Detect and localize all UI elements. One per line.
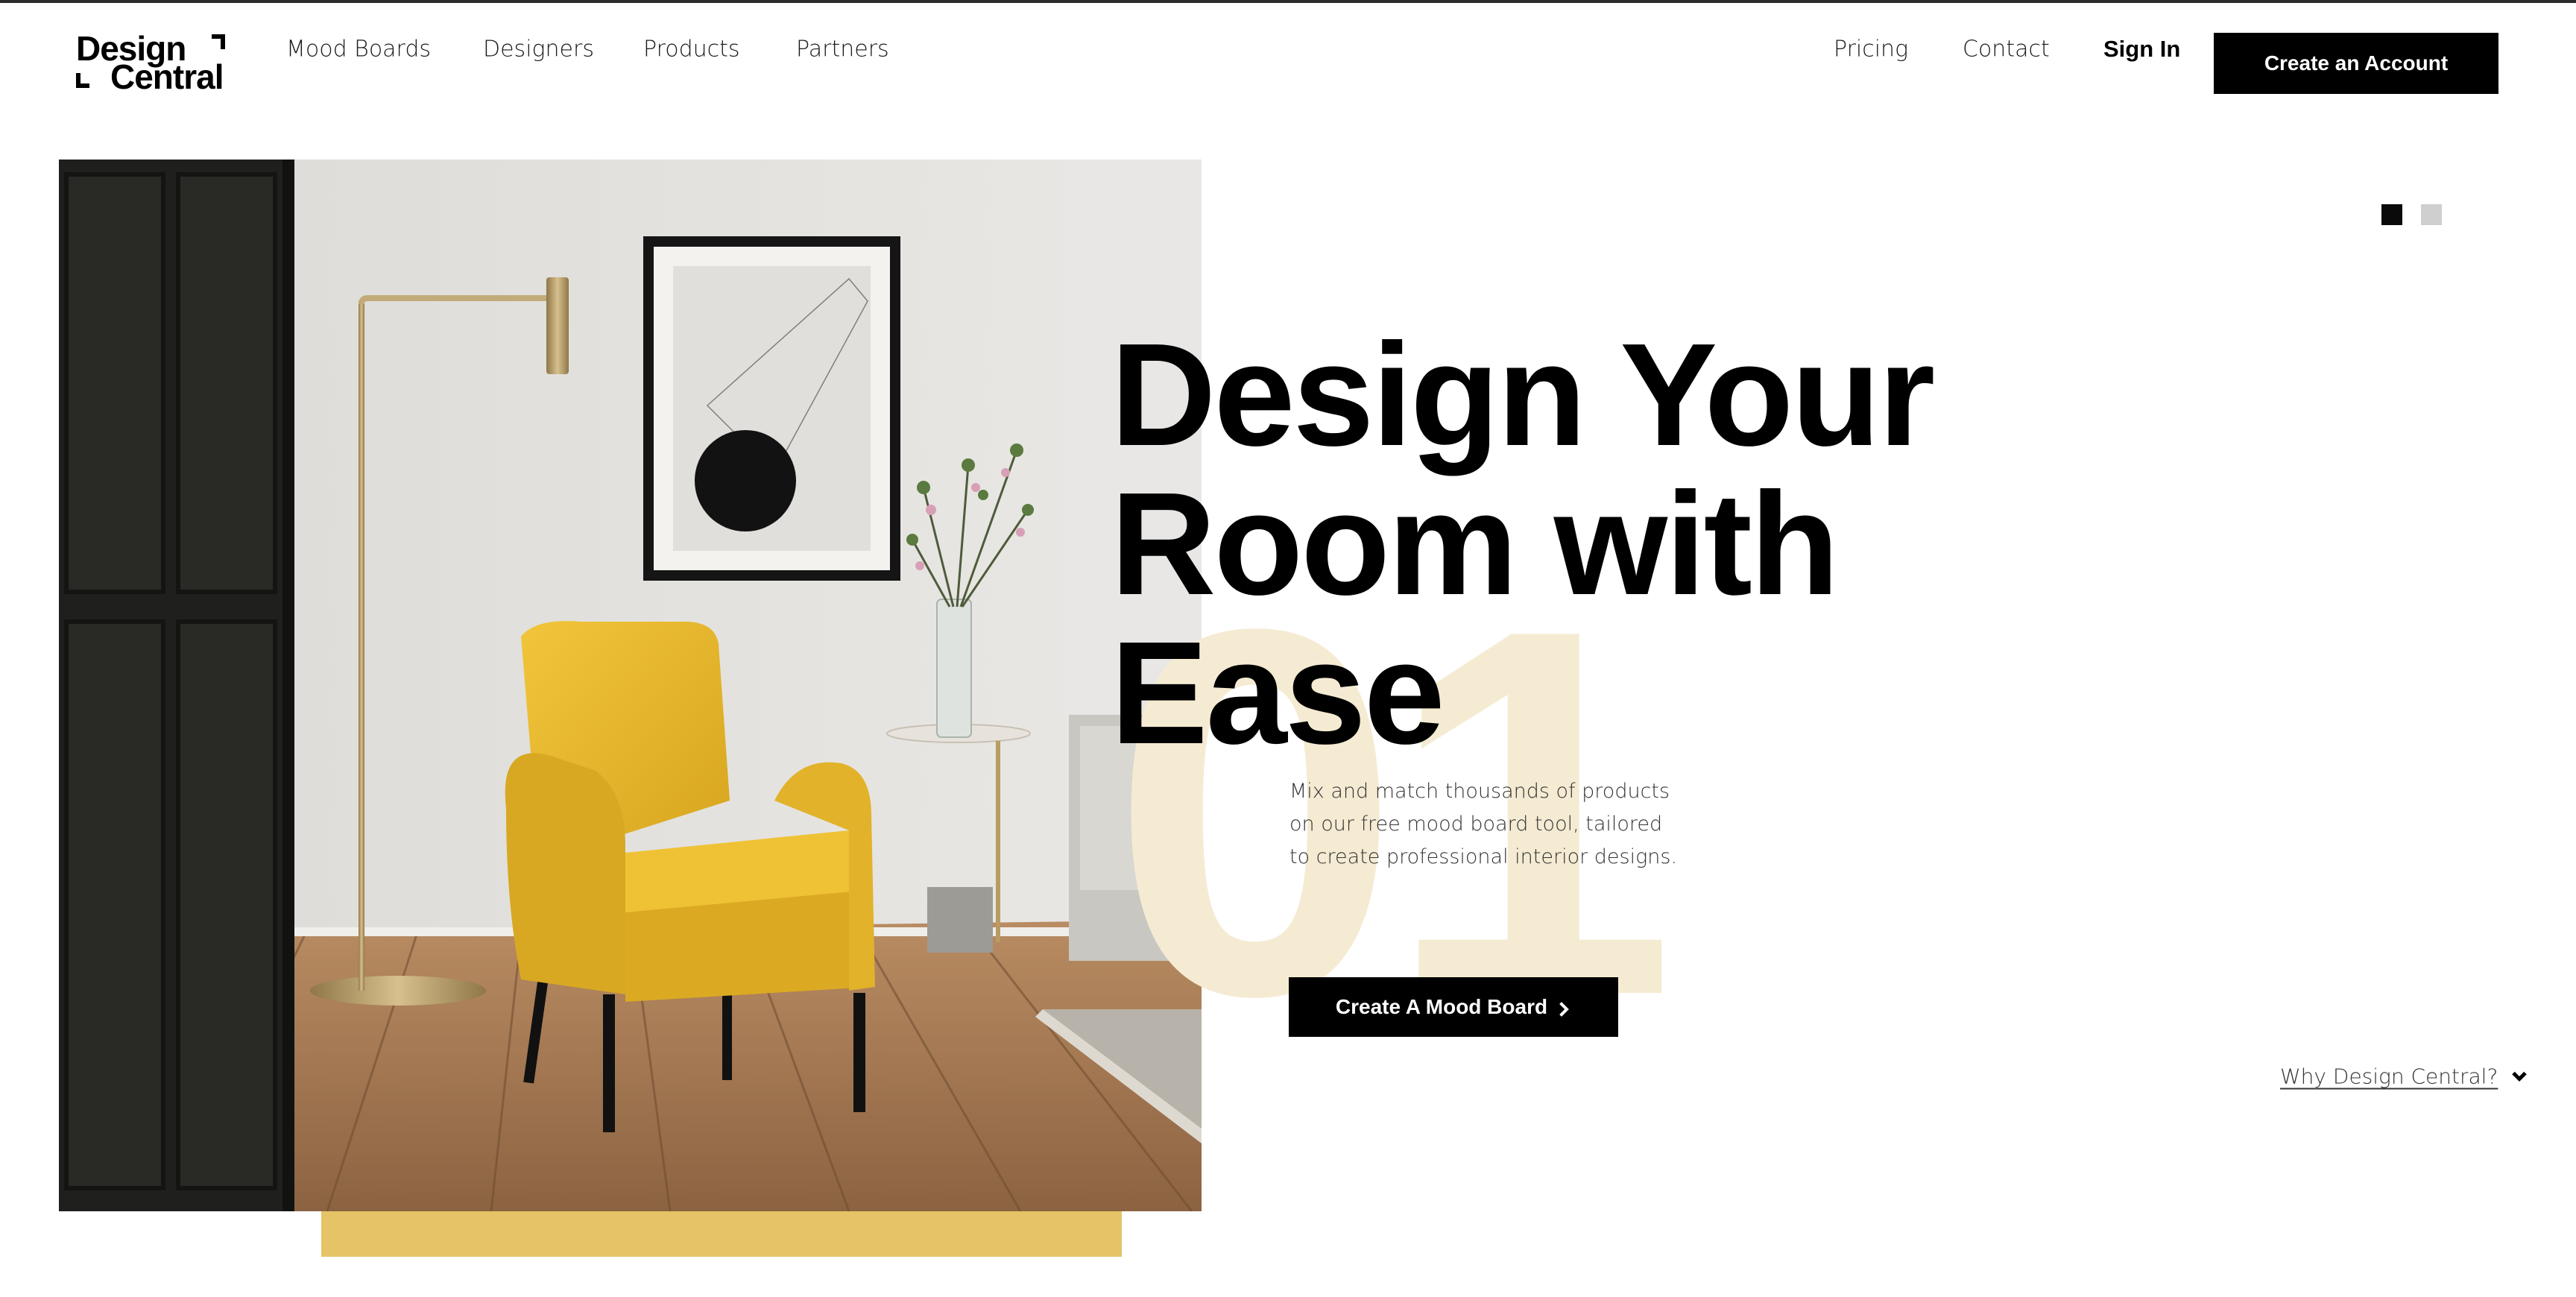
slider-dots (2381, 204, 2442, 225)
chevron-down-icon (2511, 1070, 2528, 1082)
hero-headline: Design Your Room with Ease (1111, 313, 1935, 774)
nav-products[interactable]: Products (643, 37, 740, 63)
headline-line3: Ease (1111, 611, 1445, 774)
logo-bracket-bottom-left (76, 73, 89, 88)
hero-image (59, 160, 1202, 1211)
sign-in-link[interactable]: Sign In (2103, 36, 2180, 63)
nav-partners[interactable]: Partners (796, 37, 889, 63)
create-account-button[interactable]: Create an Account (2214, 33, 2498, 94)
cta-label: Create A Mood Board (1335, 995, 1548, 1018)
accent-bar (321, 1208, 1122, 1257)
top-border (0, 0, 2576, 3)
chevron-right-icon (1558, 999, 1571, 1017)
nav-pricing[interactable]: Pricing (1834, 37, 1908, 63)
description-line2: on our free mood board tool, tailored (1289, 812, 1663, 836)
headline-line2: Room with (1111, 462, 1840, 625)
nav-mood-boards[interactable]: Mood Boards (286, 37, 431, 63)
create-mood-board-button[interactable]: Create A Mood Board (1289, 977, 1618, 1037)
logo-text-line2: Central (110, 57, 224, 96)
why-design-central-link[interactable]: Why Design Central? (2280, 1064, 2528, 1089)
description-line3: to create professional interior designs. (1289, 845, 1678, 868)
headline-line1: Design Your (1111, 313, 1935, 476)
slider-dot-1[interactable] (2381, 204, 2402, 225)
logo[interactable]: Design Central (73, 30, 230, 94)
nav-designers[interactable]: Designers (483, 37, 594, 63)
hero-description: Mix and match thousands of products on o… (1289, 775, 1677, 874)
nav-contact[interactable]: Contact (1963, 37, 2050, 63)
logo-bracket-top-right (212, 34, 225, 49)
description-line1: Mix and match thousands of products (1289, 780, 1670, 803)
why-link-label: Why Design Central? (2280, 1064, 2498, 1089)
slider-dot-2[interactable] (2421, 204, 2442, 225)
